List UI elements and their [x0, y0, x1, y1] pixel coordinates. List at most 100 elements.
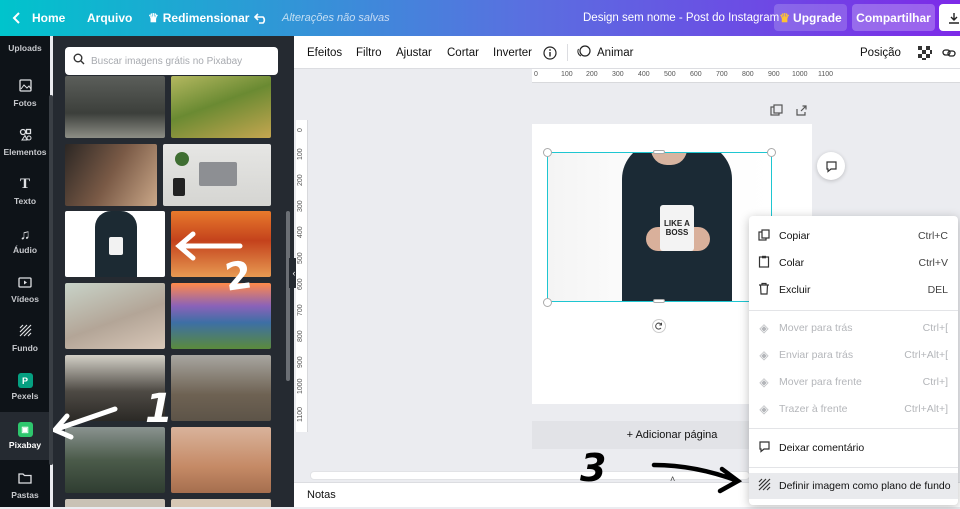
upgrade-label: Upgrade — [793, 10, 842, 25]
resize-handle[interactable] — [543, 148, 552, 157]
ruler-tick-label: 100 — [297, 148, 304, 160]
menu-item-leave-comment[interactable]: Deixar comentário — [749, 435, 958, 461]
resize-button[interactable]: ♛ Redimensionar — [148, 0, 249, 36]
download-icon[interactable] — [939, 4, 960, 31]
upgrade-button[interactable]: ♛ Upgrade — [774, 4, 847, 31]
menu-item-shortcut: Ctrl+V — [918, 257, 948, 269]
share-button[interactable]: Compartilhar — [852, 4, 935, 31]
ruler-tick-label: 1000 — [297, 378, 304, 394]
resize-label: Redimensionar — [162, 11, 250, 25]
arrow-1-stroke — [53, 406, 118, 440]
ruler-tick-label: 300 — [612, 71, 624, 78]
menu-item-delete[interactable]: Excluir DEL — [749, 277, 958, 303]
menu-item-shortcut: Ctrl+Alt+] — [904, 403, 948, 415]
ruler-tick-label: 100 — [561, 71, 573, 78]
ruler-tick-label: 800 — [742, 71, 754, 78]
ruler-tick-label: 400 — [638, 71, 650, 78]
info-icon[interactable] — [543, 36, 557, 69]
rail-item-pixabay[interactable]: ▣ Pixabay — [0, 412, 50, 460]
rail-item-label: Pastas — [11, 489, 39, 500]
resize-handle[interactable] — [767, 148, 776, 157]
rail-item-fundo[interactable]: Fundo — [0, 314, 50, 362]
rail-item-audio[interactable]: ♫ Áudio — [0, 216, 50, 264]
image-icon — [18, 78, 32, 95]
annotation-arrows — [53, 231, 243, 440]
flip-button[interactable]: Inverter — [493, 36, 532, 69]
menu-item-shortcut: Ctrl+Alt+[ — [904, 349, 948, 361]
menu-divider — [749, 310, 958, 311]
send-backward-icon: ◈ — [759, 321, 769, 335]
paste-icon — [749, 255, 779, 271]
rail-item-texto[interactable]: T Texto — [0, 167, 50, 215]
notes-button[interactable]: Notas — [307, 489, 336, 501]
rail-item-pexels[interactable]: P Pexels — [0, 363, 50, 411]
rail-item-elementos[interactable]: Elementos — [0, 118, 50, 166]
transparency-icon[interactable] — [918, 36, 932, 69]
ruler-tick-label: 900 — [768, 71, 780, 78]
ruler-tick-label: 600 — [297, 278, 304, 290]
resize-handle[interactable] — [653, 299, 665, 303]
design-title[interactable]: Design sem nome - Post do Instagram — [583, 0, 779, 36]
adjust-button[interactable]: Ajustar — [396, 36, 432, 69]
background-icon — [749, 478, 779, 494]
folder-icon — [18, 471, 32, 487]
bring-forward-icon: ◈ — [759, 375, 769, 389]
ruler-tick-label: 900 — [297, 356, 304, 368]
menu-item-copy[interactable]: Copiar Ctrl+C — [749, 223, 958, 249]
top-bar: Home Arquivo ♛ Redimensionar Alterações … — [0, 0, 960, 36]
annotation-number-three: 3 — [580, 446, 607, 490]
pexels-icon: P — [17, 373, 33, 388]
animate-button[interactable]: Animar — [577, 36, 633, 69]
left-rail: Uploads Fotos Elementos T Texto ♫ Áudio … — [0, 36, 50, 507]
menu-item-send-backward: ◈ Mover para trás Ctrl+[ — [749, 315, 958, 341]
ruler-tick-label: 300 — [297, 200, 304, 212]
rail-item-label: Elementos — [3, 146, 47, 157]
menu-item-bring-to-front: ◈ Trazer à frente Ctrl+Alt+] — [749, 396, 958, 422]
menu-item-shortcut: Ctrl+[ — [922, 322, 948, 334]
crown-icon: ♛ — [779, 10, 791, 25]
rail-item-videos[interactable]: Vídeos — [0, 265, 50, 313]
rail-item-uploads[interactable]: Uploads — [0, 24, 50, 72]
menu-item-label: Excluir — [779, 284, 811, 296]
ruler-tick-label: 400 — [297, 226, 304, 238]
ruler-horizontal: 0 100 200 300 400 500 600 700 800 900 10… — [532, 69, 960, 83]
toolbar-divider — [567, 44, 568, 61]
menu-item-label: Definir imagem como plano de fundo — [779, 480, 951, 492]
duplicate-page-icon[interactable] — [770, 104, 783, 122]
selected-photo[interactable]: LIKE A BOSS — [547, 152, 772, 302]
mug-text: LIKE A BOSS — [660, 205, 694, 251]
undo-icon[interactable] — [254, 0, 268, 36]
rail-item-pastas[interactable]: Pastas — [0, 461, 50, 509]
resize-handle[interactable] — [653, 150, 665, 154]
rail-item-label: Texto — [13, 196, 37, 206]
menu-divider — [749, 467, 958, 468]
ruler-tick-label: 0 — [534, 71, 538, 78]
position-button[interactable]: Posição — [860, 36, 901, 69]
link-icon[interactable] — [942, 36, 956, 69]
ruler-tick-label: 0 — [297, 128, 304, 132]
rail-item-fotos[interactable]: Fotos — [0, 69, 50, 117]
effects-button[interactable]: Efeitos — [307, 36, 342, 69]
ruler-tick-label: 200 — [586, 71, 598, 78]
menu-item-paste[interactable]: Colar Ctrl+V — [749, 250, 958, 276]
annotation-number-one: 1 — [145, 386, 173, 432]
menu-item-label: Copiar — [779, 230, 810, 242]
menu-item-label: Mover para trás — [779, 322, 853, 334]
rail-item-label: Pixabay — [8, 440, 42, 450]
file-menu[interactable]: Arquivo — [87, 0, 132, 36]
menu-item-shortcut: Ctrl+] — [922, 376, 948, 388]
menu-item-set-as-background[interactable]: Definir imagem como plano de fundo — [749, 473, 958, 499]
pixabay-panel: 2 1 — [53, 36, 294, 507]
menu-item-send-to-back: ◈ Enviar para trás Ctrl+Alt+[ — [749, 342, 958, 368]
add-comment-icon[interactable] — [817, 152, 845, 180]
rail-item-label: Pexels — [11, 391, 39, 401]
animate-icon — [577, 44, 591, 61]
filter-button[interactable]: Filtro — [356, 36, 382, 69]
text-icon: T — [19, 176, 30, 192]
crop-button[interactable]: Cortar — [447, 36, 479, 69]
ruler-tick-label: 500 — [664, 71, 676, 78]
share-page-icon[interactable] — [795, 104, 808, 122]
resize-handle[interactable] — [543, 298, 552, 307]
menu-item-label: Trazer à frente — [779, 403, 848, 415]
rotate-icon[interactable] — [652, 319, 666, 333]
